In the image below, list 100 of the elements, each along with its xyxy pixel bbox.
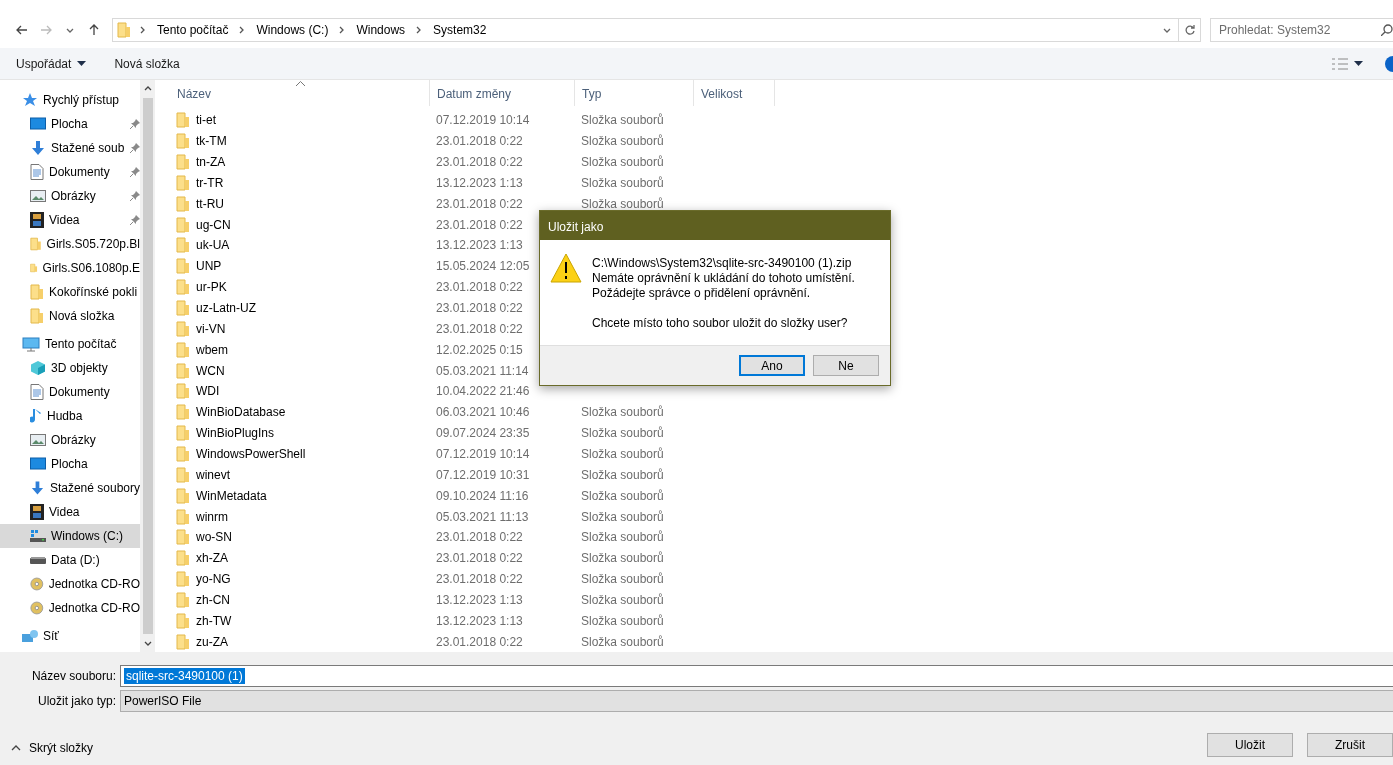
file-name[interactable]: WinBioDatabase	[170, 404, 430, 421]
no-button[interactable]: Ne	[813, 355, 879, 376]
file-name[interactable]: tt-RU	[170, 195, 430, 212]
sidebar-item[interactable]: Data (D:)	[0, 548, 140, 572]
sidebar-item[interactable]: Windows (C:)	[0, 524, 140, 548]
type-cell-text: Složka souborů	[580, 551, 665, 566]
file-name[interactable]: yo-NG	[170, 571, 430, 588]
type-cell-text: Složka souborů	[580, 530, 665, 545]
sidebar-item[interactable]: Videa	[0, 208, 140, 232]
type-cell-text: Složka souborů	[580, 113, 665, 128]
file-name[interactable]: ug-CN	[170, 216, 430, 233]
date-cell-text: 23.01.2018 0:22	[435, 530, 524, 545]
type-cell-text: Složka souborů	[580, 175, 665, 190]
file-name[interactable]: wo-SN	[170, 529, 430, 546]
sidebar-item[interactable]: Plocha	[0, 112, 140, 136]
new-folder-button[interactable]: Nová složka	[106, 53, 188, 74]
column-header[interactable]: Název	[170, 80, 430, 106]
breadcrumb[interactable]: System32	[431, 23, 489, 37]
type-cell-text: Složka souborů	[580, 613, 665, 628]
dialog-message: Požádejte správce o přidělení oprávnění.	[592, 286, 812, 301]
file-name[interactable]: UNP	[170, 258, 430, 275]
sidebar-item[interactable]: Obrázky	[0, 184, 140, 208]
date-cell-text: 09.07.2024 23:35	[435, 426, 531, 441]
sidebar-item[interactable]: Stažené soubory	[0, 476, 140, 500]
file-name[interactable]: zh-TW	[170, 612, 430, 629]
sidebar-section[interactable]: Rychlý přístup	[0, 88, 140, 112]
cancel-button[interactable]: Zrušit	[1307, 733, 1393, 757]
date-cell-text: 23.01.2018 0:22	[435, 551, 524, 566]
search-field[interactable]: Prohledat: System32	[1210, 18, 1393, 42]
file-name[interactable]: tn-ZA	[170, 153, 430, 170]
date-cell-text: 23.01.2018 0:22	[435, 634, 524, 649]
file-name[interactable]: WDI	[170, 383, 430, 400]
file-type-dropdown[interactable]: PowerISO File	[120, 689, 1393, 712]
filename-field[interactable]: sqlite-src-3490100 (1)	[120, 664, 1393, 687]
file-name[interactable]: WindowsPowerShell	[170, 445, 430, 462]
type-cell-text: Složka souborů	[580, 467, 665, 482]
sidebar-item[interactable]: Dokumenty	[0, 380, 140, 404]
sidebar-section[interactable]: Tento počítač	[0, 332, 140, 356]
sidebar-item[interactable]: Jednotka CD-RO	[0, 572, 140, 596]
file-name[interactable]: winrm	[170, 508, 430, 525]
sidebar-item[interactable]: Jednotka CD-RO	[0, 596, 140, 620]
file-name[interactable]: ti-et	[170, 112, 430, 129]
date-cell-text: 15.05.2024 12:05	[435, 259, 531, 274]
file-name[interactable]: vi-VN	[170, 320, 430, 337]
sidebar-item[interactable]: Girls.S05.720p.Bl	[0, 232, 140, 256]
file-name[interactable]: tr-TR	[170, 174, 430, 191]
date-cell-text: 23.01.2018 0:22	[435, 134, 524, 149]
type-cell-text: Složka souborů	[580, 154, 665, 169]
sidebar-item[interactable]: Obrázky	[0, 428, 140, 452]
date-cell-text: 07.12.2019 10:31	[435, 467, 531, 482]
address-bar[interactable]: Tento počítač Windows (C:) Windows System32	[112, 18, 1201, 42]
sidebar-item[interactable]: Nová složka	[0, 304, 140, 328]
file-name[interactable]: xh-ZA	[170, 550, 430, 567]
organize-menu-button[interactable]: Uspořádat	[8, 53, 95, 74]
date-cell-text: 05.03.2021 11:14	[435, 363, 530, 378]
date-cell-text: 23.01.2018 0:22	[435, 321, 524, 336]
file-name[interactable]: uz-Latn-UZ	[170, 299, 430, 316]
breadcrumb[interactable]: Windows (C:)	[254, 23, 331, 37]
file-name[interactable]: tk-TM	[170, 133, 430, 150]
column-header[interactable]: Typ	[575, 80, 694, 106]
file-name[interactable]: zu-ZA	[170, 633, 430, 650]
date-cell-text: 07.12.2019 10:14	[435, 446, 531, 461]
date-cell-text: 12.02.2025 0:15	[435, 342, 524, 357]
type-cell-text: Složka souborů	[580, 634, 665, 649]
date-cell-text: 13.12.2023 1:13	[435, 613, 524, 628]
type-cell-text: Složka souborů	[580, 446, 665, 461]
file-type-label: Uložit jako typ:	[36, 693, 117, 708]
save-button[interactable]: Uložit	[1207, 733, 1293, 757]
sidebar-item[interactable]: Kokořínské pokli	[0, 280, 140, 304]
file-name[interactable]: WinBioPlugIns	[170, 425, 430, 442]
type-cell-text: Složka souborů	[580, 134, 665, 149]
column-header[interactable]: Datum změny	[430, 80, 575, 106]
date-cell-text: 23.01.2018 0:22	[435, 196, 524, 211]
sidebar-item[interactable]: Videa	[0, 500, 140, 524]
sidebar-item[interactable]: Dokumenty	[0, 160, 140, 184]
yes-button[interactable]: Ano	[739, 355, 805, 376]
file-name[interactable]: ur-PK	[170, 279, 430, 296]
file-name[interactable]: winevt	[170, 466, 430, 483]
sidebar-item[interactable]: Hudba	[0, 404, 140, 428]
sidebar-section[interactable]: Síť	[0, 624, 140, 648]
sidebar-item[interactable]: Girls.S06.1080p.E	[0, 256, 140, 280]
dialog-question: Chcete místo toho soubor uložit do složky user?	[592, 316, 849, 331]
file-name[interactable]: WCN	[170, 362, 430, 379]
date-cell-text: 07.12.2019 10:14	[435, 113, 531, 128]
date-cell-text: 23.01.2018 0:22	[435, 280, 524, 295]
file-name[interactable]: wbem	[170, 341, 430, 358]
file-name[interactable]: uk-UA	[170, 237, 430, 254]
sidebar-item[interactable]: Plocha	[0, 452, 140, 476]
file-name[interactable]: zh-CN	[170, 591, 430, 608]
sidebar-item[interactable]: 3D objekty	[0, 356, 140, 380]
hide-folders-button[interactable]: Skrýt složky	[10, 741, 93, 757]
type-cell-text: Složka souborů	[580, 426, 665, 441]
breadcrumb[interactable]: Tento počítač	[155, 23, 231, 37]
file-name[interactable]: WinMetadata	[170, 487, 430, 504]
breadcrumb[interactable]: Windows	[354, 23, 408, 37]
column-header[interactable]: Velikost	[694, 80, 775, 106]
date-cell-text: 06.03.2021 10:46	[435, 405, 531, 420]
date-cell-text: 10.04.2022 21:46	[435, 384, 531, 399]
type-cell-text: Složka souborů	[580, 196, 665, 211]
sidebar-item[interactable]: Stažené soub	[0, 136, 140, 160]
